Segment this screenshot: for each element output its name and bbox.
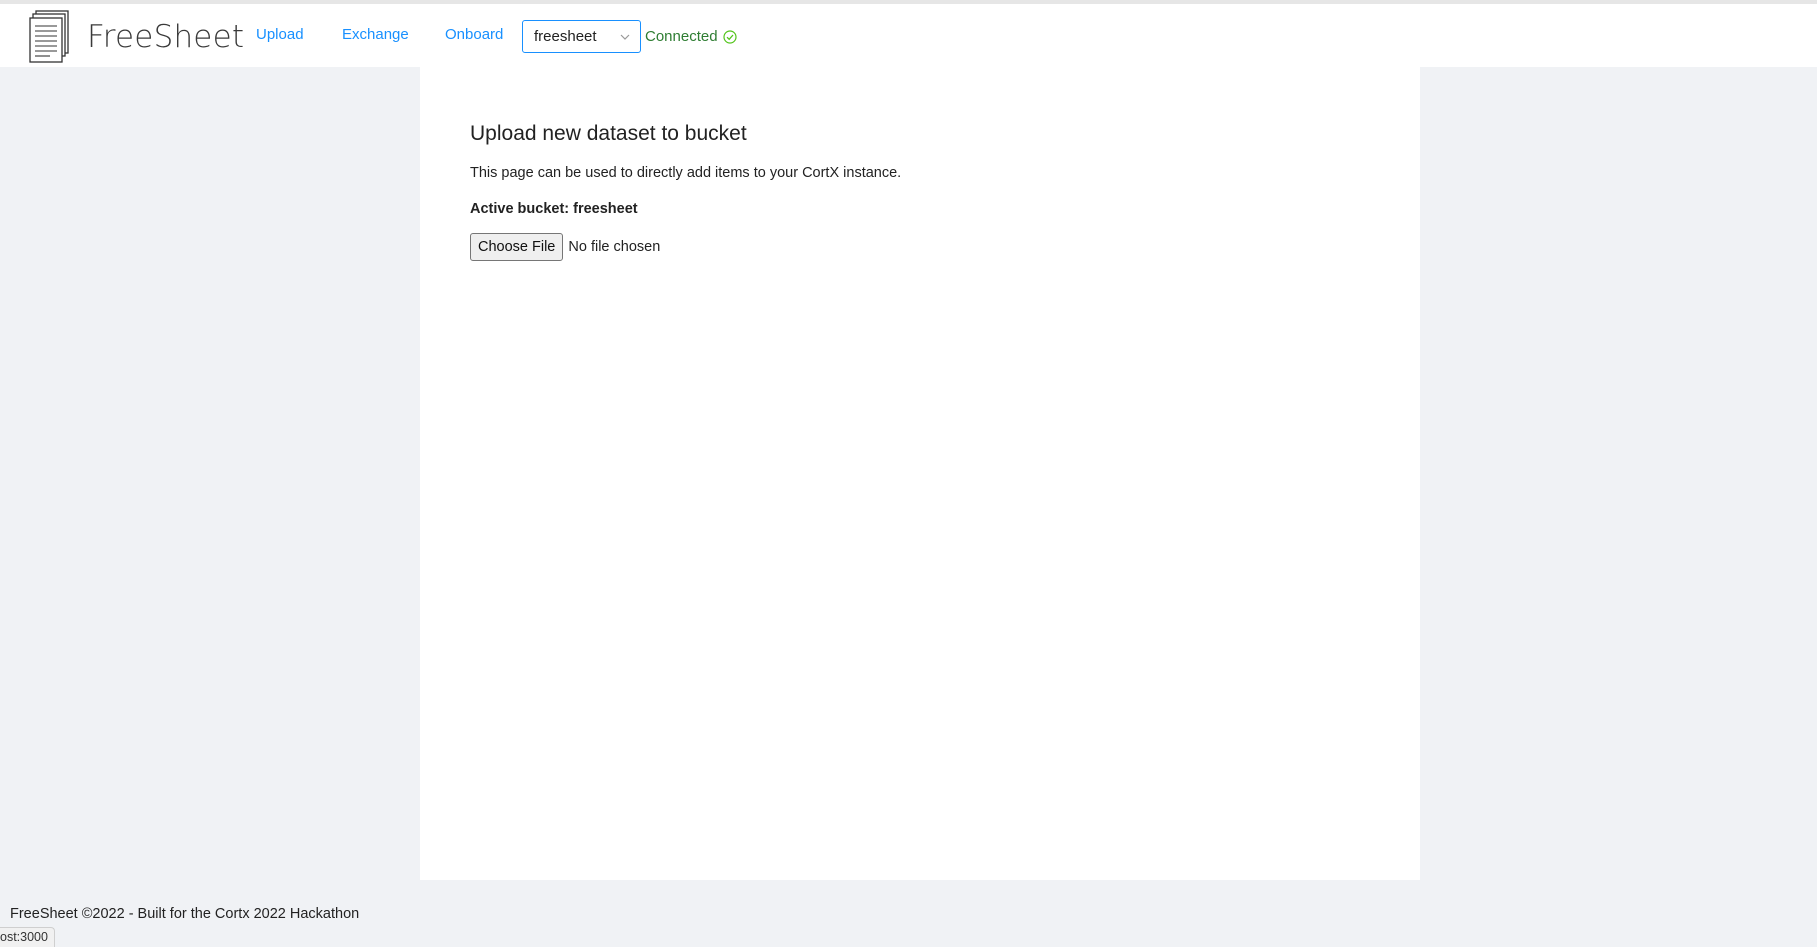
check-circle-icon: [722, 29, 737, 44]
page-title: Upload new dataset to bucket: [470, 122, 747, 145]
brand-name: FreeSheet: [87, 19, 245, 55]
file-input[interactable]: Choose File No file chosen: [470, 233, 660, 261]
choose-file-button[interactable]: Choose File: [470, 233, 564, 261]
main-content: Upload new dataset to bucket This page c…: [420, 67, 1420, 880]
bucket-select-value: freesheet: [534, 28, 597, 45]
status-bar-url: ost:3000: [0, 927, 55, 947]
logo[interactable]: FreeSheet: [28, 10, 244, 64]
nav-onboard-link[interactable]: Onboard: [445, 26, 503, 43]
app-header: FreeSheet Upload Exchange Onboard freesh…: [0, 4, 1817, 67]
connection-status: Connected: [645, 28, 737, 45]
footer: FreeSheet ©2022 - Built for the Cortx 20…: [10, 906, 360, 922]
active-bucket-label: Active bucket: freesheet: [470, 201, 638, 217]
document-stack-icon: [29, 10, 69, 63]
page-description: This page can be used to directly add it…: [470, 165, 902, 181]
bucket-select[interactable]: freesheet: [522, 20, 641, 53]
nav-upload-link[interactable]: Upload: [256, 26, 304, 43]
nav-exchange-link[interactable]: Exchange: [342, 26, 409, 43]
chevron-down-icon: [620, 34, 630, 40]
file-status-text: No file chosen: [568, 239, 661, 255]
connection-status-text: Connected: [645, 28, 718, 45]
